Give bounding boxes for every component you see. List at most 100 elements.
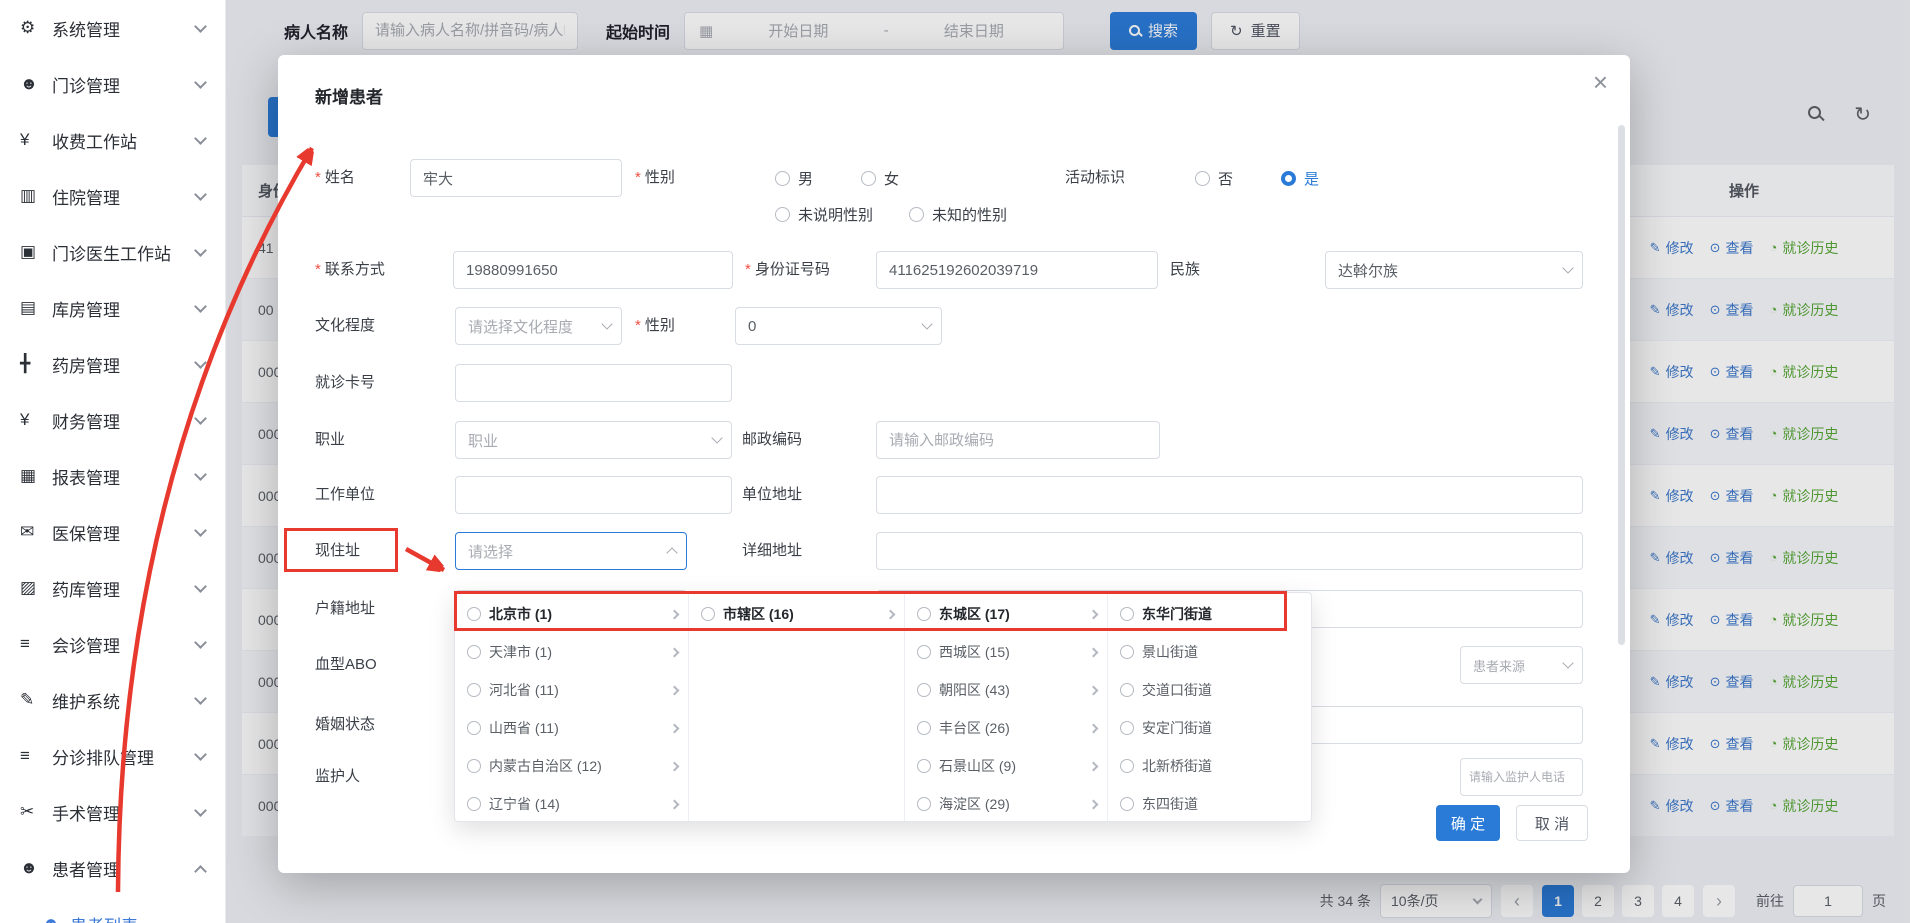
sidebar-item-outpatient[interactable]: ☻ 门诊管理 [0,56,225,112]
guardian-phone-input[interactable] [1460,758,1583,796]
sidebar-item-system[interactable]: ⚙ 系统管理 [0,0,225,56]
occupation-select[interactable]: 职业 [455,421,732,459]
sidebar-item-drug-storage[interactable]: ▨ 药库管理 [0,560,225,616]
radio-icon[interactable] [917,721,931,735]
gender-option-male[interactable]: 男 [775,168,813,189]
sidebar-item-patient[interactable]: ☻ 患者管理 [0,840,225,896]
cascader-province-item[interactable]: 北京市 (1) [455,595,688,633]
education-select[interactable]: 请选择文化程度 [455,307,622,345]
radio-icon[interactable] [467,645,481,659]
id-number-input[interactable] [876,251,1158,289]
cascader-district-item[interactable]: 石景山区 (9) [905,747,1107,785]
cascader-city-item[interactable]: 市辖区 (16) [689,595,904,633]
sidebar-item-insurance[interactable]: ✉ 医保管理 [0,504,225,560]
gender-option-unknown[interactable]: 未知的性别 [909,204,1007,225]
radio-icon[interactable] [1120,759,1134,773]
sidebar-item-consultation[interactable]: ≡ 会诊管理 [0,616,225,672]
sidebar-item-patient-list[interactable]: ☻ 患者列表 [0,896,225,923]
chevron-down-icon [194,524,207,537]
name-input[interactable] [410,159,622,197]
chevron-right-icon [1089,685,1099,695]
required-mark: * [635,317,641,334]
cascader-street-item[interactable]: 交道口街道 [1108,671,1313,709]
sidebar-item-inpatient[interactable]: ▥ 住院管理 [0,168,225,224]
cascader-district-item[interactable]: 东城区 (17) [905,595,1107,633]
ethnicity-select[interactable]: 达斡尔族 [1325,251,1583,289]
sidebar-item-triage-queue[interactable]: ≡ 分诊排队管理 [0,728,225,784]
close-icon[interactable]: × [1593,67,1608,98]
cascader-province-item[interactable]: 辽宁省 (14) [455,785,688,821]
gender-option-female[interactable]: 女 [861,168,899,189]
chevron-right-icon [670,723,680,733]
patient-source-placeholder: 患者来源 [1473,656,1558,675]
radio-icon[interactable] [467,797,481,811]
radio-icon[interactable] [1120,797,1134,811]
chevron-down-icon [194,692,207,705]
cascader-district-item[interactable]: 朝阳区 (43) [905,671,1107,709]
sidebar-item-label: 医保管理 [52,520,196,545]
cascader-province-item[interactable]: 山西省 (11) [455,709,688,747]
active-flag-option-no[interactable]: 否 [1195,168,1233,189]
sidebar-item-maintenance[interactable]: ✎ 维护系统 [0,672,225,728]
sidebar-item-finance[interactable]: ¥ 财务管理 [0,392,225,448]
cascader-province-item[interactable]: 河北省 (11) [455,671,688,709]
gender-option-unexplained[interactable]: 未说明性别 [775,204,873,225]
cascader-item-label: 西城区 (15) [939,642,1082,662]
sidebar-item-doctor-station[interactable]: ▣ 门诊医生工作站 [0,224,225,280]
radio-icon[interactable] [467,607,481,621]
cancel-button[interactable]: 取 消 [1516,805,1588,841]
cascader-province-item[interactable]: 天津市 (1) [455,633,688,671]
cascader-district-item[interactable]: 海淀区 (29) [905,785,1107,821]
radio-icon[interactable] [1120,683,1134,697]
education-placeholder: 请选择文化程度 [468,316,597,337]
visit-card-label: 就诊卡号 [315,364,375,402]
detail-address-label: 详细地址 [742,532,802,570]
active-flag-option-yes[interactable]: 是 [1281,168,1319,189]
gender-code-select[interactable]: 0 [735,307,942,345]
radio-icon[interactable] [917,759,931,773]
patient-source-select[interactable]: 患者来源 [1460,646,1583,684]
cascader-street-item[interactable]: 东四街道 [1108,785,1313,821]
chevron-down-icon [194,20,207,33]
cascader-district-item[interactable]: 丰台区 (26) [905,709,1107,747]
cascader-item-label: 海淀区 (29) [939,794,1082,814]
radio-icon [861,171,876,186]
postal-code-input[interactable] [876,421,1160,459]
radio-icon[interactable] [917,607,931,621]
sidebar-item-surgery[interactable]: ✂ 手术管理 [0,784,225,840]
confirm-button[interactable]: 确 定 [1436,805,1500,841]
cascader-street-item[interactable]: 东华门街道 [1108,595,1313,633]
radio-icon[interactable] [701,607,715,621]
radio-icon[interactable] [917,683,931,697]
radio-icon[interactable] [1120,607,1134,621]
cascader-street-item[interactable]: 安定门街道 [1108,709,1313,747]
modal-scrollbar[interactable] [1618,125,1625,645]
radio-icon[interactable] [1120,645,1134,659]
sidebar-item-pharmacy[interactable]: ╋ 药房管理 [0,336,225,392]
contact-input[interactable] [453,251,733,289]
visit-card-input[interactable] [455,364,732,402]
sidebar-item-report[interactable]: ▦ 报表管理 [0,448,225,504]
sidebar-item-warehouse[interactable]: ▤ 库房管理 [0,280,225,336]
radio-icon[interactable] [467,759,481,773]
cascader-item-label: 东华门街道 [1142,604,1303,624]
chevron-down-icon [194,188,207,201]
cascader-street-item[interactable]: 北新桥街道 [1108,747,1313,785]
active-flag-label: 活动标识 [1065,159,1125,197]
cascader-province-item[interactable]: 内蒙古自治区 (12) [455,747,688,785]
radio-icon[interactable] [467,683,481,697]
work-unit-input[interactable] [455,476,732,514]
sidebar-item-charging-station[interactable]: ¥ 收费工作站 [0,112,225,168]
radio-icon[interactable] [917,797,931,811]
chevron-right-icon [670,685,680,695]
radio-icon[interactable] [917,645,931,659]
active-flag-radio-group: 否 是 [1195,159,1367,197]
current-address-select[interactable]: 请选择 [455,532,687,570]
cascader-district-item[interactable]: 西城区 (15) [905,633,1107,671]
unit-address-input[interactable] [876,476,1583,514]
unit-address-label: 单位地址 [742,476,802,514]
radio-icon[interactable] [1120,721,1134,735]
radio-icon[interactable] [467,721,481,735]
cascader-street-item[interactable]: 景山街道 [1108,633,1313,671]
detail-address-input[interactable] [876,532,1583,570]
